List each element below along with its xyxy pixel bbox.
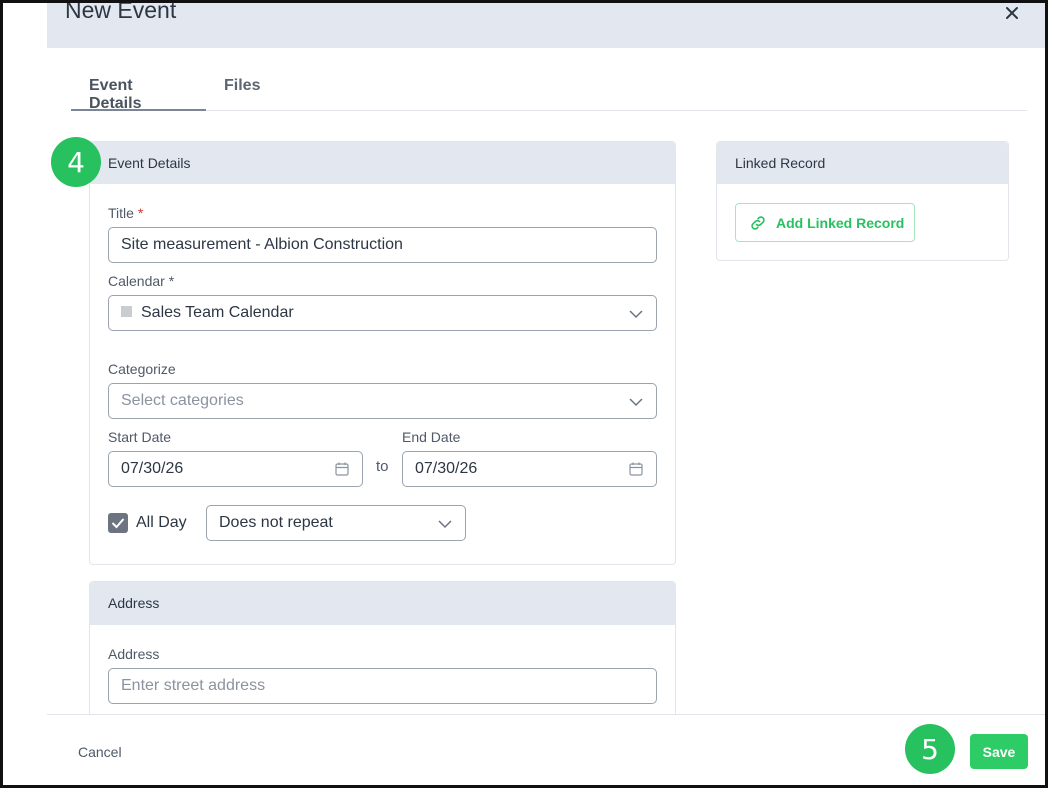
modal-footer: Cancel Save (47, 714, 1045, 785)
modal-window: New Event Event Details Files Event Deta… (0, 0, 1048, 788)
address-card: Address Address Enter street address (89, 581, 676, 731)
categorize-placeholder: Select categories (121, 392, 244, 409)
title-label-text: Title (108, 205, 134, 221)
all-day-checkbox[interactable] (108, 513, 128, 533)
title-field-label: Title * (108, 205, 143, 221)
start-date-input[interactable]: 07/30/26 (108, 451, 363, 487)
calendar-select[interactable]: Sales Team Calendar (108, 295, 657, 331)
linked-record-card: Linked Record Add Linked Record (716, 141, 1009, 261)
date-range-separator: to (376, 458, 389, 475)
calendar-color-swatch (121, 306, 132, 317)
repeat-select-value: Does not repeat (219, 514, 333, 531)
tab-label: Event Details (89, 77, 142, 112)
tab-files[interactable]: Files (206, 65, 278, 111)
address-field-label: Address (108, 646, 160, 662)
title-input[interactable]: Site measurement - Albion Construction (108, 227, 657, 263)
chevron-down-icon (629, 310, 643, 319)
calendar-icon (335, 462, 349, 476)
categorize-select[interactable]: Select categories (108, 383, 657, 419)
address-placeholder: Enter street address (121, 677, 266, 694)
step-badge-5: 5 (905, 724, 955, 774)
event-details-heading: Event Details (90, 142, 675, 184)
link-icon (751, 216, 765, 230)
tab-label: Files (224, 77, 261, 94)
address-input[interactable]: Enter street address (108, 668, 657, 704)
end-date-value: 07/30/26 (415, 460, 478, 477)
calendar-select-value: Sales Team Calendar (141, 304, 294, 321)
title-input-value: Site measurement - Albion Construction (121, 236, 403, 253)
checkmark-icon (111, 518, 125, 529)
tab-event-details[interactable]: Event Details (71, 65, 206, 112)
end-date-label: End Date (402, 429, 461, 445)
event-details-card: Event Details Title * Site measurement -… (89, 141, 676, 565)
calendar-icon (629, 462, 643, 476)
linked-record-heading: Linked Record (717, 142, 1008, 184)
modal-title: New Event (65, 0, 177, 23)
close-icon[interactable] (1002, 3, 1022, 23)
all-day-label: All Day (136, 514, 187, 531)
save-button[interactable]: Save (970, 734, 1028, 769)
add-linked-record-button[interactable]: Add Linked Record (735, 203, 915, 242)
start-date-label: Start Date (108, 429, 172, 445)
backdrop-strip (3, 3, 47, 785)
end-date-input[interactable]: 07/30/26 (402, 451, 657, 487)
categorize-field-label: Categorize (108, 361, 176, 377)
chevron-down-icon (438, 520, 452, 529)
add-linked-record-label: Add Linked Record (776, 215, 905, 231)
modal-header: New Event (47, 0, 1045, 48)
calendar-field-label: Calendar * (108, 273, 175, 289)
start-date-value: 07/30/26 (121, 460, 184, 477)
cancel-button[interactable]: Cancel (78, 744, 122, 760)
repeat-select[interactable]: Does not repeat (206, 505, 466, 541)
step-badge-4: 4 (51, 137, 101, 187)
chevron-down-icon (629, 398, 643, 407)
address-heading: Address (90, 582, 675, 625)
tab-bar: Event Details Files (71, 65, 1027, 112)
required-mark: * (137, 205, 144, 221)
